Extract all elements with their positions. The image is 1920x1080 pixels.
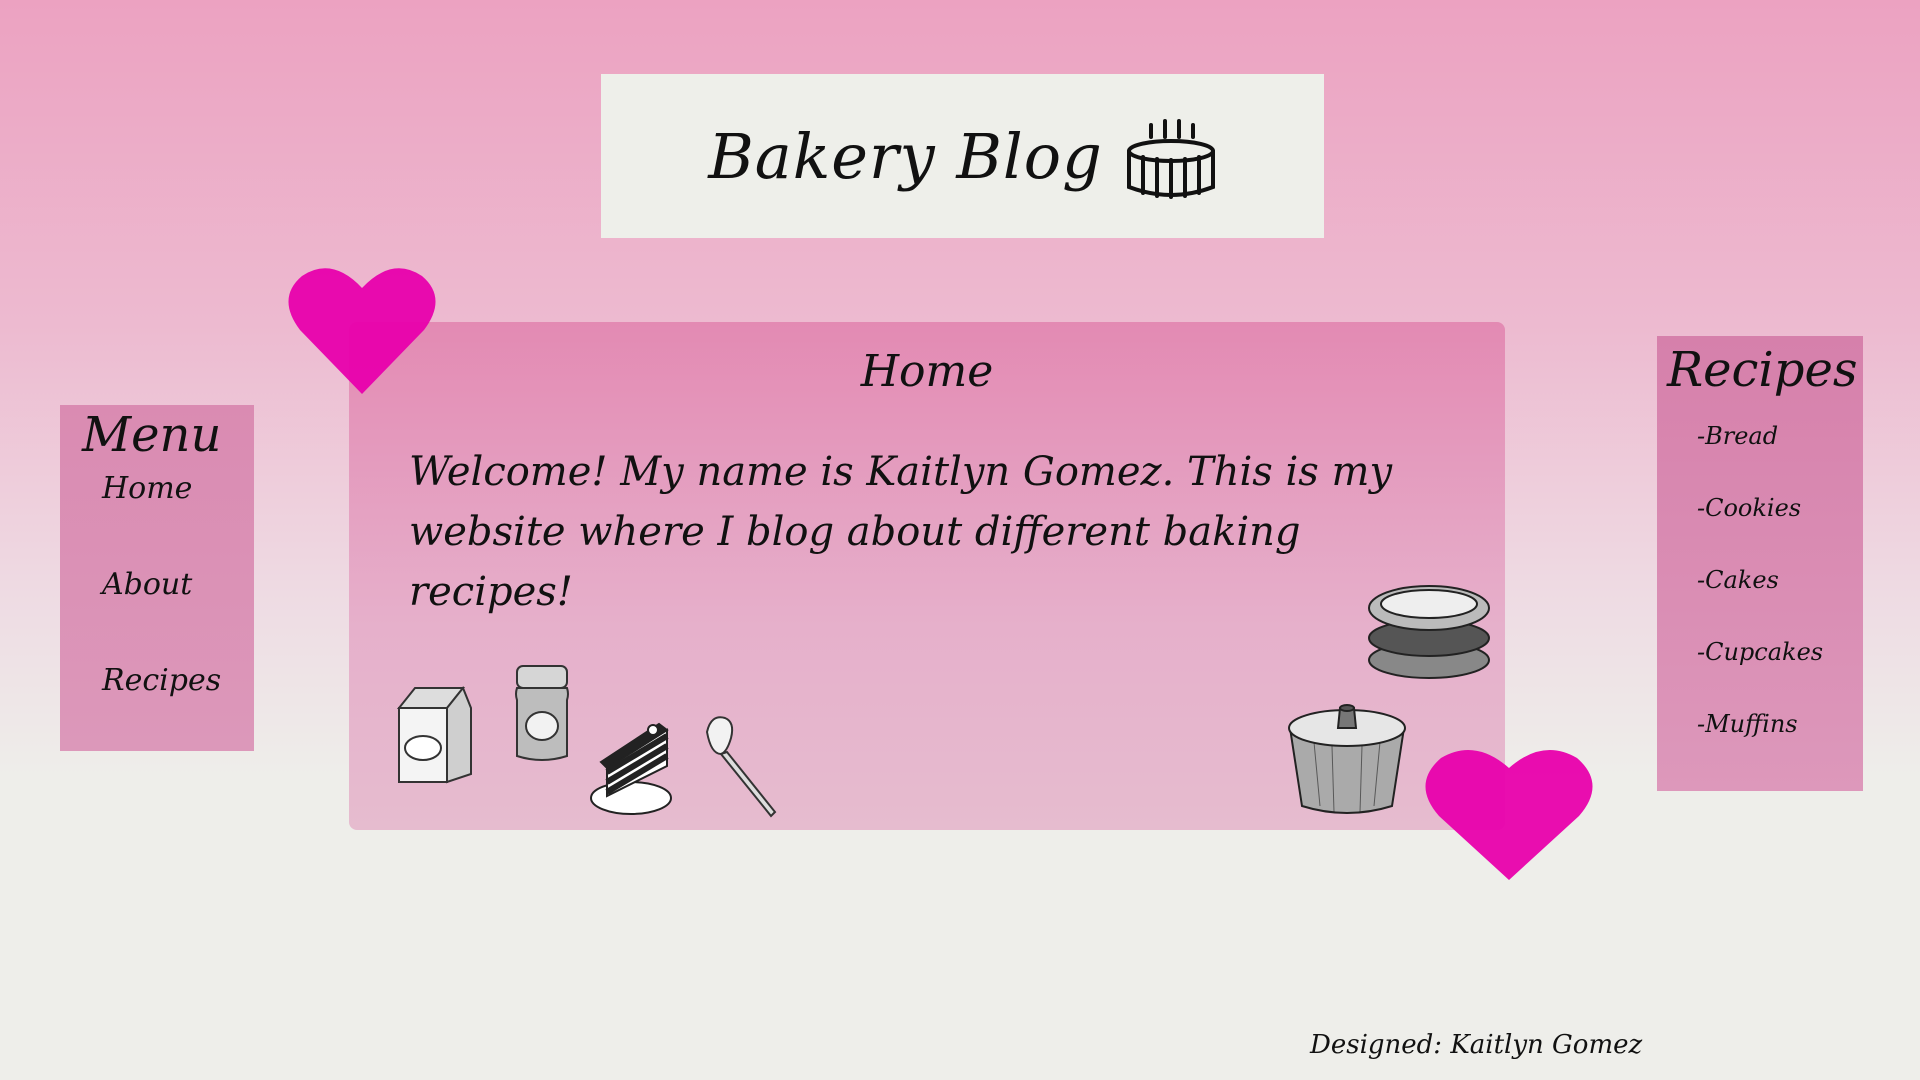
welcome-text: Welcome! My name is Kaitlyn Gomez. This … [409, 449, 1393, 615]
recipes-title: Recipes [1667, 342, 1858, 398]
cake-slice-icon [590, 722, 672, 815]
bundt-pan-icon [1288, 704, 1406, 814]
header-title-box: Bakery Blog [601, 74, 1324, 238]
footer-credit: Designed: Kaitlyn Gomez [1310, 1030, 1643, 1060]
menu-title: Menu [82, 407, 222, 463]
recipe-item-cakes[interactable]: -Cakes [1697, 566, 1779, 594]
spatula-icon [705, 716, 777, 818]
menu-item-recipes[interactable]: Recipes [102, 663, 221, 698]
recipes-sidebar: Recipes -Bread -Cookies -Cakes -Cupcakes… [1657, 336, 1863, 791]
page-title: Bakery Blog [708, 119, 1103, 193]
heart-icon [1425, 750, 1593, 880]
heart-icon [288, 268, 436, 394]
recipe-item-muffins[interactable]: -Muffins [1697, 710, 1798, 738]
jam-jar-icon [515, 665, 569, 761]
recipe-item-cookies[interactable]: -Cookies [1697, 494, 1801, 522]
menu-item-about[interactable]: About [102, 567, 192, 602]
recipe-item-cupcakes[interactable]: -Cupcakes [1697, 638, 1823, 666]
main-heading: Home [860, 346, 994, 397]
milk-carton-icon [396, 686, 472, 784]
main-content-panel: Home Welcome! My name is Kaitlyn Gomez. … [349, 322, 1505, 830]
tart-pans-icon [1368, 585, 1490, 679]
menu-sidebar: Menu Home About Recipes [60, 405, 254, 751]
birthday-cake-icon [1126, 119, 1215, 199]
recipe-item-bread[interactable]: -Bread [1697, 422, 1778, 450]
menu-item-home[interactable]: Home [102, 471, 192, 506]
